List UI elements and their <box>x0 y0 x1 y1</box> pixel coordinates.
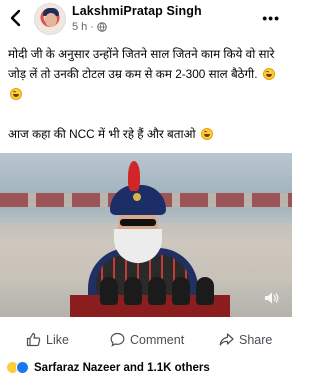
post-header: LakshmiPratap Singh 5 h · ••• <box>0 0 292 40</box>
like-button[interactable]: Like <box>26 332 69 347</box>
post-video[interactable] <box>0 153 292 317</box>
laughing-emoji-icon <box>200 128 213 140</box>
thumbs-up-icon <box>26 332 41 347</box>
post-actions-bar: Like Comment Share <box>0 326 292 354</box>
post-time[interactable]: 5 h <box>72 21 87 33</box>
share-label: Share <box>239 332 273 347</box>
more-options-button[interactable]: ••• <box>262 10 280 26</box>
share-arrow-icon <box>219 333 234 346</box>
post-text-paragraph-2: आज कहा की NCC में भी रहे हैं और बताओ <box>8 124 286 144</box>
comment-label: Comment <box>130 332 185 347</box>
comment-button[interactable]: Comment <box>110 332 184 347</box>
reactions-text: Sarfaraz Nazeer and 1.1K others <box>34 361 210 374</box>
post-meta: 5 h · <box>72 21 107 33</box>
author-avatar[interactable] <box>34 3 66 35</box>
reactions-summary[interactable]: Sarfaraz Nazeer and 1.1K others <box>6 361 210 374</box>
meta-separator: · <box>90 21 94 33</box>
speaker-muted-icon[interactable] <box>264 291 280 305</box>
post-text-2: आज कहा की NCC में भी रहे हैं और बताओ <box>8 127 196 141</box>
author-name[interactable]: LakshmiPratap Singh <box>72 4 202 18</box>
like-reaction-icon <box>16 361 29 374</box>
laughing-emoji-icon <box>10 88 22 100</box>
like-label: Like <box>46 332 69 347</box>
post-text-1: मोदी जी के अनुसार उन्होंने जितने साल जित… <box>8 47 275 81</box>
back-chevron-icon[interactable] <box>8 8 24 28</box>
globe-icon <box>97 22 107 32</box>
laughing-emoji-icon <box>262 68 275 80</box>
post-text-paragraph-1: मोदी जी के अनुसार उन्होंने जितने साल जित… <box>8 44 286 104</box>
share-button[interactable]: Share <box>219 332 272 347</box>
speech-bubble-icon <box>110 332 125 347</box>
